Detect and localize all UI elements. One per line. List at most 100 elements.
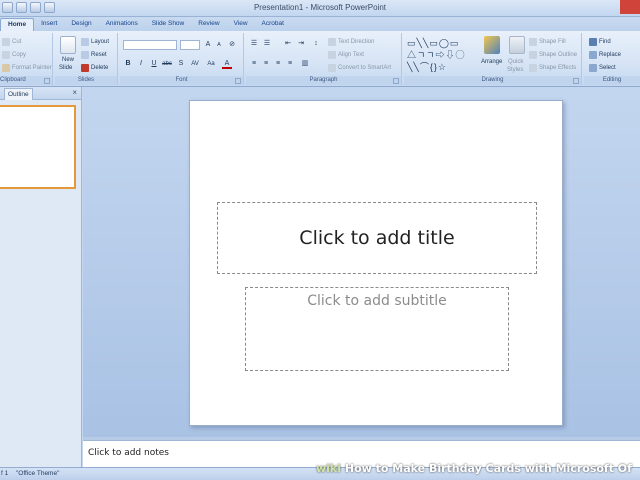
shapes-gallery[interactable]: ▭╲╲▭◯▭ △ㄱㄱ⇨⇩◯ ╲╲⌒{}☆	[407, 37, 475, 75]
tab-home[interactable]: Home	[0, 18, 35, 31]
paintbrush-icon	[2, 64, 10, 72]
shape-effects-button[interactable]: Shape Effects	[529, 64, 576, 72]
shape-fill-button[interactable]: Shape Fill	[529, 38, 566, 46]
align-text-icon	[328, 51, 336, 59]
new-slide-label[interactable]: New	[62, 57, 74, 63]
decrease-indent-icon[interactable]: ⇤	[283, 39, 293, 49]
drawing-launcher[interactable]	[573, 78, 579, 84]
maximize-button[interactable]	[606, 0, 620, 14]
select-label: Select	[599, 65, 616, 71]
arrange-icon[interactable]	[484, 36, 500, 54]
cut-button[interactable]: Cut	[2, 38, 21, 46]
tab-insert[interactable]: Insert	[34, 18, 64, 31]
line-spacing-icon[interactable]: ↕	[311, 39, 321, 49]
grow-font-button[interactable]: A	[203, 40, 213, 50]
tab-slide-show[interactable]: Slide Show	[145, 18, 192, 31]
layout-button[interactable]: Layout	[81, 38, 109, 46]
align-right-icon[interactable]: ≡	[273, 59, 283, 69]
slides-group-label: Slides	[55, 76, 117, 85]
subtitle-placeholder[interactable]: Click to add subtitle	[245, 287, 509, 371]
shrink-font-button[interactable]: A	[214, 40, 224, 50]
slide-thumbnail[interactable]	[0, 105, 76, 189]
effects-icon	[529, 64, 537, 72]
copy-label: Copy	[12, 52, 27, 58]
replace-label: Replace	[599, 52, 622, 58]
paragraph-group: ☰ ☰ ⇤ ⇥ ↕ ≡ ≡ ≡ ≡ ▥ Text Direction Align…	[246, 33, 402, 85]
font-name-combo[interactable]	[123, 40, 177, 50]
replace-button[interactable]: Replace	[589, 51, 621, 59]
tab-acrobat[interactable]: Acrobat	[255, 18, 291, 31]
increase-indent-icon[interactable]: ⇥	[296, 39, 306, 49]
tab-animations[interactable]: Animations	[99, 18, 145, 31]
new-slide-label-2[interactable]: Slide	[59, 65, 72, 71]
italic-button[interactable]: I	[136, 59, 146, 69]
quick-styles-label-2[interactable]: Styles	[507, 67, 523, 73]
clear-formatting-icon[interactable]: ⊘	[227, 40, 237, 50]
reset-icon	[81, 51, 89, 59]
slides-group: New Slide Layout Reset Delete Slides	[55, 33, 118, 85]
align-text-button[interactable]: Align Text	[328, 51, 364, 59]
layout-icon	[81, 38, 89, 46]
drawing-group-label: Drawing	[404, 76, 581, 85]
replace-icon	[589, 51, 597, 59]
watermark-caption: wiki How to Make Birthday Cards with Mic…	[316, 462, 632, 475]
find-label: Find	[599, 39, 611, 45]
quick-styles-icon[interactable]	[509, 36, 525, 54]
slides-outline-pane: Outline ×	[0, 87, 82, 467]
tab-view[interactable]: View	[227, 18, 255, 31]
format-painter-button[interactable]: Format Painter	[2, 64, 52, 72]
slide-editing-area: Click to add title Click to add subtitle	[83, 87, 640, 438]
pane-close-icon[interactable]: ×	[72, 88, 77, 97]
justify-icon[interactable]: ≡	[285, 59, 295, 69]
slide-canvas[interactable]: Click to add title Click to add subtitle	[189, 100, 563, 426]
columns-icon[interactable]: ▥	[300, 59, 310, 69]
delete-label: Delete	[91, 65, 109, 71]
select-button[interactable]: Select	[589, 64, 616, 72]
shape-effects-label: Shape Effects	[539, 65, 577, 71]
character-spacing-button[interactable]: AV	[188, 59, 202, 69]
text-direction-icon	[328, 38, 336, 46]
numbering-icon[interactable]: ☰	[262, 39, 272, 49]
pen-icon	[529, 51, 537, 59]
reset-label: Reset	[91, 52, 107, 58]
title-placeholder[interactable]: Click to add title	[217, 202, 537, 274]
tab-outline[interactable]: Outline	[4, 88, 33, 100]
editing-group: Find Replace Select Editing	[584, 33, 640, 85]
align-left-icon[interactable]: ≡	[249, 59, 259, 69]
clipboard-launcher[interactable]	[44, 78, 50, 84]
shapes-row-2: △ㄱㄱ⇨⇩◯	[407, 50, 466, 60]
theme-name[interactable]: "Office Theme"	[16, 470, 59, 477]
paragraph-launcher[interactable]	[393, 78, 399, 84]
font-size-combo[interactable]	[180, 40, 200, 50]
tab-design[interactable]: Design	[64, 18, 98, 31]
shape-outline-button[interactable]: Shape Outline	[529, 51, 577, 59]
copy-icon	[2, 51, 10, 59]
reset-button[interactable]: Reset	[81, 51, 107, 59]
strikethrough-button[interactable]: abc	[162, 59, 172, 69]
change-case-button[interactable]: Aa	[204, 59, 218, 69]
binoculars-icon	[589, 38, 597, 46]
font-launcher[interactable]	[235, 78, 241, 84]
text-direction-button[interactable]: Text Direction	[328, 38, 374, 46]
quick-styles-label[interactable]: Quick	[508, 59, 523, 65]
delete-button[interactable]: Delete	[81, 64, 108, 72]
tab-review[interactable]: Review	[191, 18, 226, 31]
ribbon: Cut Copy Format Painter Clipboard New Sl…	[0, 31, 640, 87]
bullets-icon[interactable]: ☰	[249, 39, 259, 49]
find-button[interactable]: Find	[589, 38, 611, 46]
arrange-label[interactable]: Arrange	[481, 59, 502, 65]
notes-placeholder[interactable]: Click to add notes	[88, 448, 169, 458]
slide-counter: f 1	[1, 470, 9, 477]
new-slide-icon[interactable]	[60, 36, 76, 54]
align-center-icon[interactable]: ≡	[261, 59, 271, 69]
text-shadow-button[interactable]: S	[176, 59, 186, 69]
copy-button[interactable]: Copy	[2, 51, 26, 59]
minimize-button[interactable]	[592, 0, 606, 14]
shapes-row-3: ╲╲⌒{}☆	[407, 62, 447, 72]
underline-button[interactable]: U	[149, 59, 159, 69]
font-color-button[interactable]: A	[222, 59, 232, 69]
bold-button[interactable]: B	[123, 59, 133, 69]
window-controls	[592, 0, 640, 14]
convert-smartart-button[interactable]: Convert to SmartArt	[328, 64, 391, 72]
close-button[interactable]	[620, 0, 640, 14]
